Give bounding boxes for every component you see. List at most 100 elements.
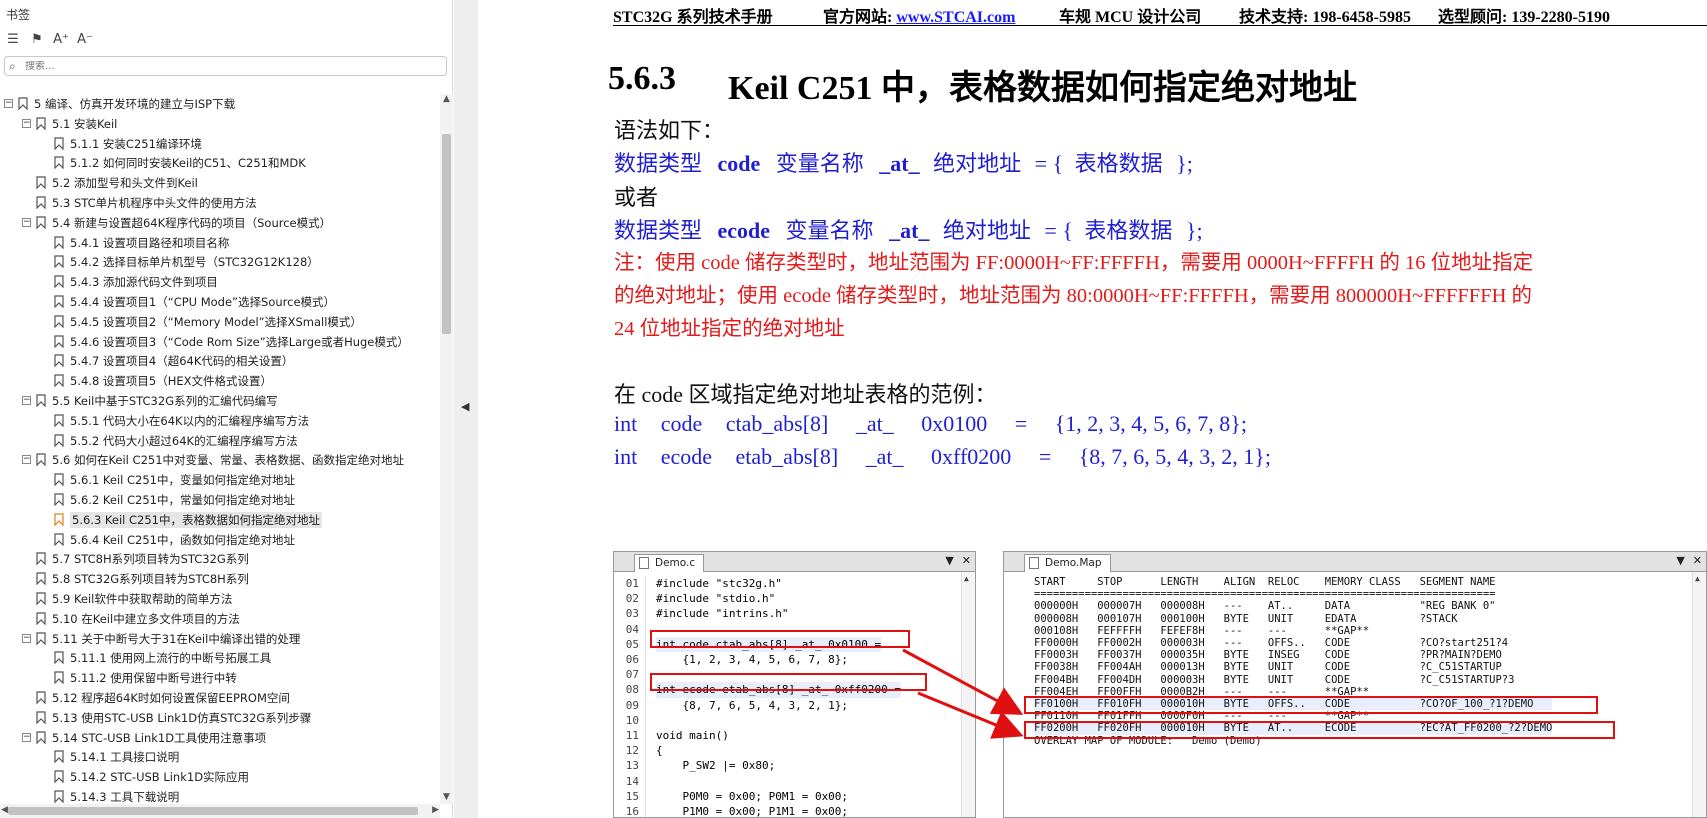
map-line: 000008H 000107H 000100H BYTE UNIT EDATA … (1034, 612, 1458, 625)
bookmark-item[interactable]: 5.4.4 设置项目1（“CPU Mode”选择Source模式） (0, 292, 440, 312)
scroll-up-arrow: ▲ (1695, 574, 1700, 583)
bookmark-item[interactable]: 5.4.2 选择目标单片机型号（STC32G12K128） (0, 252, 440, 272)
scroll-left-arrow[interactable]: ◀ (1, 805, 8, 815)
collapse-toggle-icon[interactable]: − (22, 118, 31, 128)
bookmark-icon (36, 216, 46, 230)
bookmark-icon (54, 473, 64, 487)
bookmark-item[interactable]: 5.10 在Keil中建立多文件项目的方法 (0, 609, 440, 629)
bookmark-item[interactable]: − 5.11 关于中断号大于31在Keil中编译出错的处理 (0, 629, 440, 649)
code-line: P0M0 = 0x00; P0M1 = 0x00; (656, 789, 849, 803)
bookmark-label: 5.6 如何在Keil C251中对变量、常量、表格数据、函数指定绝对地址 (52, 453, 405, 468)
bookmark-item[interactable]: 5.6.3 Keil C251中，表格数据如何指定绝对地址 (0, 510, 440, 530)
syntax-intro: 语法如下： (614, 118, 725, 143)
site-link[interactable]: www.STCAI.com (896, 9, 1015, 26)
bookmark-item[interactable]: − 5.4 新建与设置超64K程序代码的项目（Source模式） (0, 213, 440, 233)
list-icon[interactable]: ☰ (4, 30, 22, 48)
bookmark-item[interactable]: 5.9 Keil软件中获取帮助的简单方法 (0, 589, 440, 609)
section-title-text: Keil C251 中，表格数据如何指定绝对地址 (728, 70, 1357, 107)
bookmark-item[interactable]: 5.13 使用STC-USB Link1D仿真STC32G系列步骤 (0, 708, 440, 728)
bookmark-item[interactable]: 5.5.2 代码大小超过64K的汇编程序编写方法 (0, 431, 440, 451)
line-number: 04 (614, 621, 646, 637)
collapse-toggle-icon[interactable]: − (22, 633, 31, 643)
scroll-thumb[interactable] (8, 807, 418, 815)
bookmark-item[interactable]: 5.14.2 STC-USB Link1D实际应用 (0, 767, 440, 787)
bookmark-item[interactable]: 5.4.6 设置项目3（“Code Rom Size”选择Large或者Huge… (0, 332, 440, 352)
bookmark-label: 5 编译、仿真开发环境的建立与ISP下载 (34, 97, 236, 111)
bookmark-icon (54, 750, 64, 764)
search-box[interactable]: ⌕ (4, 56, 447, 76)
font-increase-icon[interactable]: A⁺ (52, 30, 70, 48)
line-number: 09 (614, 697, 646, 713)
bookmark-label: 5.4.6 设置项目3（“Code Rom Size”选择Large或者Huge… (70, 334, 409, 349)
bookmark-label: 5.14 STC-USB Link1D工具使用注意事项 (52, 730, 267, 745)
bookmark-item[interactable]: 5.7 STC8H系列项目转为STC32G系列 (0, 549, 440, 569)
bookmark-label: 5.12 程序超64K时如何设置保留EEPROM空间 (52, 690, 290, 705)
ex-addr: 0xff0200 (931, 444, 1012, 469)
bookmark-item[interactable]: 5.4.3 添加源代码文件到项目 (0, 272, 440, 292)
bookmark-item[interactable]: 5.5.1 代码大小在64K以内的汇编程序编写方法 (0, 411, 440, 431)
scroll-thumb[interactable] (442, 134, 451, 334)
bookmark-icon (54, 334, 64, 349)
bookmark-sidebar: 书签 ☰ ⚑ A⁺ A⁻ ⌕ −5 编译、仿真开发环境的建立与ISP下载−5.1… (0, 0, 453, 818)
bookmark-item[interactable]: 5.4.1 设置项目路径和项目名称 (0, 233, 440, 253)
code-line: P1M0 = 0x00; P1M1 = 0x00; (656, 805, 849, 818)
bookmark-item[interactable]: 5.1.1 安装C251编译环境 (0, 134, 440, 154)
bookmark-icon (18, 97, 28, 111)
bookmark-item[interactable]: 5.1.2 如何同时安装Keil的C51、C251和MDK (0, 153, 440, 173)
bookmark-label: 5.10 在Keil中建立多文件项目的方法 (52, 611, 240, 626)
collapse-toggle-icon[interactable]: − (4, 99, 13, 108)
scroll-up-arrow[interactable]: ▲ (440, 94, 453, 106)
map-line: FF0038H FF004AH 000013H BYTE UNIT CODE ?… (1034, 661, 1502, 674)
bookmark-icon[interactable]: ⚑ (28, 30, 46, 48)
bookmark-item[interactable]: 5.14.1 工具接口说明 (0, 747, 440, 767)
bookmark-item[interactable]: − 5.1 安装Keil (0, 114, 440, 134)
sidebar-horizontal-scrollbar[interactable]: ◀ ▶ (0, 804, 440, 818)
bookmark-item[interactable]: 5.6.1 Keil C251中，变量如何指定绝对地址 (0, 470, 440, 490)
font-decrease-icon[interactable]: A⁻ (76, 30, 94, 48)
collapse-toggle-icon[interactable]: − (22, 732, 31, 742)
bookmark-label: 5.4.5 设置项目2（“Memory Model”选择XSmall模式） (70, 314, 362, 329)
bookmark-item[interactable]: 5.6.4 Keil C251中，函数如何指定绝对地址 (0, 530, 440, 550)
line-number: 08 (614, 682, 646, 698)
bookmark-item[interactable]: 5.4.8 设置项目5（HEX文件格式设置） (0, 371, 440, 391)
bookmark-item[interactable]: 5.12 程序超64K时如何设置保留EEPROM空间 (0, 688, 440, 708)
bookmark-item[interactable]: 5.11.1 使用网上流行的中断号拓展工具 (0, 648, 440, 668)
collapse-toggle-icon[interactable]: − (22, 455, 31, 465)
line-number: 01 (614, 576, 646, 592)
close-icon: ✕ (1692, 554, 1702, 567)
example-line-1: int code ctab_abs[8] _at_ 0x0100 = {1, 2… (614, 411, 1247, 437)
bookmark-item[interactable]: − 5.6 如何在Keil C251中对变量、常量、表格数据、函数指定绝对地址 (0, 450, 440, 470)
search-input[interactable] (25, 60, 425, 72)
bookmark-icon (54, 156, 64, 170)
syntax-lbrace: { (1062, 218, 1073, 243)
syntax-keyword: ecode (717, 218, 771, 243)
ex-eq: = (1014, 411, 1028, 436)
scroll-right-arrow[interactable]: ▶ (432, 805, 439, 815)
bookmark-item[interactable]: 5.4.7 设置项目4（超64K代码的相关设置） (0, 351, 440, 371)
bookmark-item[interactable]: − 5 编译、仿真开发环境的建立与ISP下载 (0, 94, 440, 114)
bookmark-item[interactable]: 5.8 STC32G系列项目转为STC8H系列 (0, 569, 440, 589)
bookmark-item[interactable]: 5.2 添加型号和头文件到Keil (0, 173, 440, 193)
bookmark-icon (54, 414, 64, 428)
syntax-keyword: code (717, 151, 761, 176)
sidebar-vertical-scrollbar[interactable]: ▲ ▼ (440, 94, 453, 804)
bookmark-item[interactable]: 5.4.5 设置项目2（“Memory Model”选择XSmall模式） (0, 312, 440, 332)
bookmark-item[interactable]: 5.6.2 Keil C251中，常量如何指定绝对地址 (0, 490, 440, 510)
bookmark-tree: −5 编译、仿真开发环境的建立与ISP下载 −5.1 安装Keil 5.1.1 安装… (0, 94, 440, 804)
example-intro: 在 code 区域指定绝对地址表格的范例： (614, 382, 997, 407)
bookmark-item[interactable]: 5.14.3 工具下载说明 (0, 787, 440, 804)
bookmark-item[interactable]: − 5.5 Keil中基于STC32G系列的汇编代码编写 (0, 391, 440, 411)
collapse-toggle-icon[interactable]: − (22, 395, 31, 405)
bookmark-icon (36, 552, 46, 566)
bookmark-icon (54, 513, 64, 527)
bookmark-item[interactable]: − 5.14 STC-USB Link1D工具使用注意事项 (0, 728, 440, 748)
collapse-toggle-icon[interactable]: − (22, 217, 31, 227)
ex-type: int (614, 411, 638, 436)
scroll-down-arrow[interactable]: ▼ (440, 792, 453, 804)
bookmark-item[interactable]: 5.3 STC单片机程序中头文件的使用方法 (0, 193, 440, 213)
line-number: 10 (614, 712, 646, 728)
bookmark-item[interactable]: 5.11.2 使用保留中断号进行中转 (0, 668, 440, 688)
collapse-sidebar-icon[interactable]: ◀ (461, 400, 469, 413)
example-line-2: int ecode etab_abs[8] _at_ 0xff0200 = {8… (614, 444, 1271, 470)
sidebar-splitter[interactable]: ◀ (454, 0, 478, 818)
